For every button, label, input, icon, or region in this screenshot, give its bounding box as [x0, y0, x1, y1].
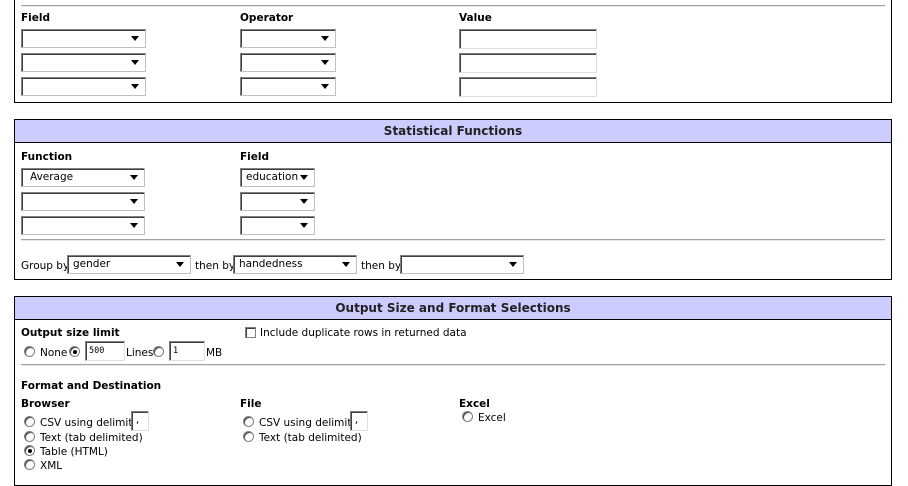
divider: [21, 239, 885, 241]
lines-input[interactable]: 500: [85, 341, 125, 361]
excel-radio[interactable]: [462, 411, 473, 422]
stats-field-select-3[interactable]: [240, 216, 315, 235]
mb-input[interactable]: 1: [169, 341, 205, 361]
value-header: Value: [459, 12, 492, 24]
browser-xml-label: XML: [40, 460, 63, 472]
file-csv-radio[interactable]: [243, 416, 254, 427]
function-select-3[interactable]: [21, 216, 145, 235]
browser-csv-label: CSV using delimiter: [40, 417, 144, 429]
then-by-label-1: then by: [195, 260, 236, 272]
group-by-label: Group by: [21, 260, 70, 272]
chevron-down-icon: [509, 262, 517, 267]
browser-table-label: Table (HTML): [40, 446, 108, 458]
excel-option-label: Excel: [478, 412, 506, 424]
filter-value-input-3[interactable]: [459, 77, 597, 97]
chevron-down-icon: [130, 175, 138, 180]
file-csv-label: CSV using delimiter: [259, 417, 363, 429]
operator-header: Operator: [240, 12, 294, 24]
chevron-down-icon: [130, 199, 138, 204]
filter-field-select-3[interactable]: [21, 77, 146, 96]
include-duplicates-label: Include duplicate rows in returned data: [260, 327, 467, 339]
divider: [21, 364, 885, 366]
excel-label: Excel: [459, 398, 490, 410]
filter-panel: Field Operator Value: [14, 0, 892, 103]
browser-delimiter-input[interactable]: ,: [131, 411, 149, 431]
file-label: File: [240, 398, 262, 410]
chevron-down-icon: [300, 223, 308, 228]
file-text-radio[interactable]: [243, 431, 254, 442]
filter-field-select-2[interactable]: [21, 53, 146, 72]
stats-field-header: Field: [240, 151, 270, 163]
chevron-down-icon: [131, 60, 139, 65]
browser-label: Browser: [21, 398, 70, 410]
then-by-label-2: then by: [361, 260, 402, 272]
stats-field-select-1[interactable]: education: [240, 168, 315, 187]
chevron-down-icon: [300, 199, 308, 204]
chevron-down-icon: [342, 262, 350, 267]
browser-text-radio[interactable]: [24, 431, 35, 442]
size-none-label: None: [40, 347, 68, 359]
filter-operator-select-1[interactable]: [240, 29, 336, 48]
chevron-down-icon: [321, 36, 329, 41]
then-by-select-1[interactable]: handedness: [233, 255, 357, 274]
chevron-down-icon: [130, 223, 138, 228]
filter-operator-select-2[interactable]: [240, 53, 336, 72]
stats-panel: Statistical Functions Function Field Ave…: [14, 119, 892, 280]
chevron-down-icon: [321, 84, 329, 89]
field-header: Field: [21, 12, 51, 24]
group-by-select[interactable]: gender: [67, 255, 191, 274]
chevron-down-icon: [321, 60, 329, 65]
stats-panel-title: Statistical Functions: [15, 120, 891, 143]
divider: [21, 5, 885, 7]
mb-label: MB: [206, 347, 223, 359]
browser-table-radio[interactable]: [24, 445, 35, 456]
browser-csv-radio[interactable]: [24, 416, 35, 427]
function-header: Function: [21, 151, 73, 163]
browser-text-label: Text (tab delimited): [40, 432, 143, 444]
filter-value-input-1[interactable]: [459, 29, 597, 49]
output-panel: Output Size and Format Selections Output…: [14, 296, 892, 486]
include-duplicates-checkbox[interactable]: [245, 327, 256, 338]
filter-value-input-2[interactable]: [459, 53, 597, 73]
function-select-2[interactable]: [21, 192, 145, 211]
size-mb-radio[interactable]: [153, 346, 164, 357]
output-size-label: Output size limit: [21, 327, 120, 339]
then-by-select-2[interactable]: [400, 255, 524, 274]
filter-operator-select-3[interactable]: [240, 77, 336, 96]
format-destination-label: Format and Destination: [21, 380, 162, 392]
output-panel-title: Output Size and Format Selections: [15, 297, 891, 320]
filter-field-select-1[interactable]: [21, 29, 146, 48]
size-lines-radio[interactable]: [69, 346, 80, 357]
chevron-down-icon: [131, 36, 139, 41]
lines-label: Lines: [126, 347, 154, 359]
chevron-down-icon: [131, 84, 139, 89]
function-select-1[interactable]: Average: [21, 168, 145, 187]
file-text-label: Text (tab delimited): [259, 432, 362, 444]
file-delimiter-input[interactable]: ,: [350, 411, 368, 431]
stats-field-select-2[interactable]: [240, 192, 315, 211]
chevron-down-icon: [176, 262, 184, 267]
browser-xml-radio[interactable]: [24, 459, 35, 470]
chevron-down-icon: [300, 175, 308, 180]
size-none-radio[interactable]: [24, 346, 35, 357]
